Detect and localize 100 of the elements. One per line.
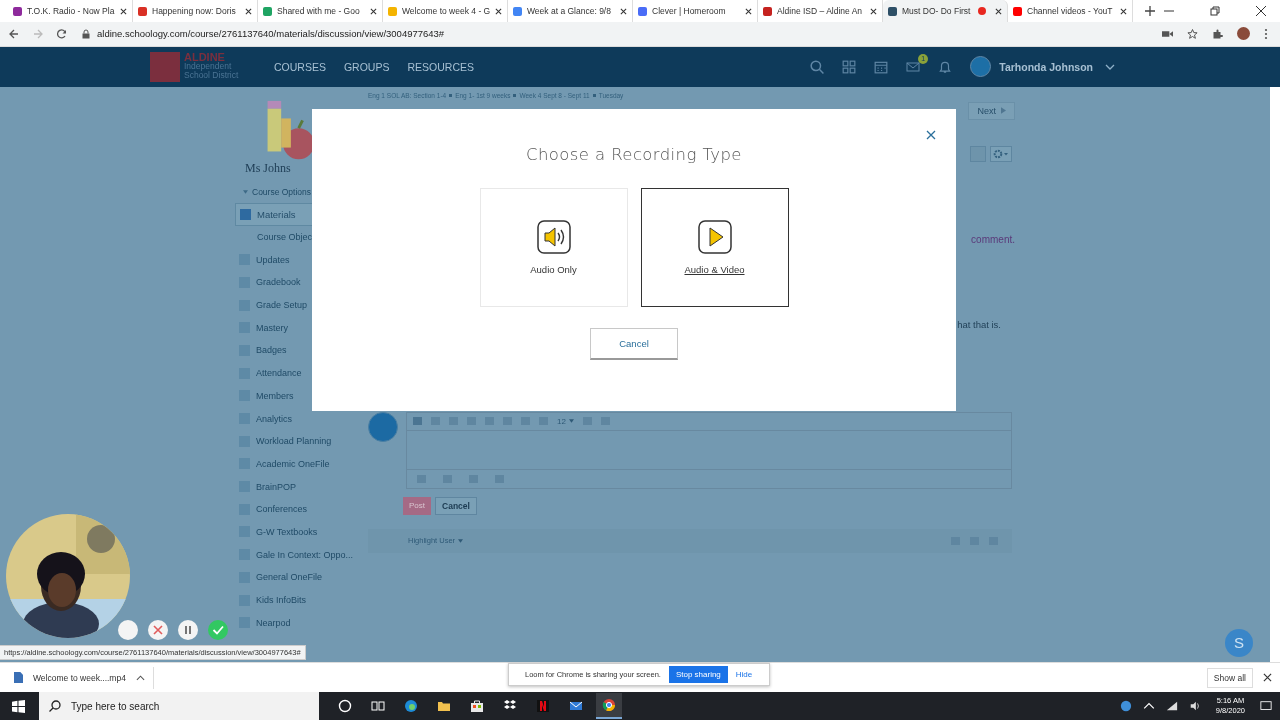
notifications-icon[interactable] (1260, 700, 1272, 712)
search-icon[interactable] (810, 59, 825, 74)
sidebar-item[interactable]: Gradebook (235, 271, 360, 294)
hide-link[interactable]: Hide (735, 670, 753, 680)
help-icon[interactable] (1119, 700, 1132, 712)
sidebar-item[interactable]: G-W Textbooks (235, 520, 360, 544)
chevron-down-icon[interactable] (1105, 63, 1115, 70)
play-icon (697, 219, 732, 254)
font-size-dropdown[interactable]: 12 (557, 416, 574, 426)
close-icon[interactable] (995, 7, 1002, 15)
post-button[interactable]: Post (403, 496, 431, 515)
close-icon[interactable] (495, 7, 503, 15)
close-icon[interactable] (245, 7, 252, 15)
caret-icon (243, 189, 248, 194)
close-icon[interactable] (370, 7, 377, 15)
file-icon (14, 672, 23, 683)
netflix-icon[interactable] (536, 699, 550, 713)
close-icon[interactable] (620, 7, 627, 15)
sidebar-item[interactable]: Badges (235, 339, 360, 362)
sidebar-item[interactable]: Members (235, 384, 360, 408)
caret-icon (568, 419, 574, 424)
play-icon (1001, 107, 1006, 115)
sidebar-item[interactable]: Analytics (235, 407, 360, 430)
task-view-icon[interactable] (371, 699, 385, 713)
avatar-icon (368, 411, 398, 442)
comment-editor[interactable]: 12 (406, 411, 1012, 489)
sidebar-item[interactable]: Attendance (235, 361, 360, 385)
chevron-up-icon[interactable] (1142, 700, 1155, 712)
edge-icon[interactable] (404, 699, 418, 713)
folder-icon[interactable] (437, 699, 451, 713)
pause-icon[interactable] (178, 619, 198, 640)
restore-icon[interactable] (1210, 6, 1220, 16)
cortana-icon[interactable] (338, 699, 352, 713)
new-tab-icon[interactable] (1145, 6, 1155, 16)
breadcrumb-separator-icon (449, 93, 453, 97)
mail-icon[interactable] (569, 699, 583, 713)
body-text: hat that is. (957, 318, 1001, 330)
dialog-title: Choose a Recording Type (526, 144, 742, 164)
avatar-icon[interactable] (1237, 27, 1250, 41)
show-all-button[interactable]: Show all (1206, 667, 1253, 688)
grid-icon[interactable] (842, 59, 857, 74)
nav-link[interactable]: GROUPS (343, 60, 390, 73)
user-name[interactable]: Tarhonda Johnson (999, 60, 1093, 73)
check-icon[interactable] (208, 619, 228, 640)
sidebar-item[interactable]: Updates (235, 248, 360, 272)
sidebar-item[interactable]: General OneFile (235, 565, 360, 589)
chat-button[interactable]: S (1225, 628, 1253, 657)
sidebar-item[interactable]: Grade Setup (235, 293, 360, 317)
taskbar-search-field[interactable]: Type here to search (39, 692, 319, 720)
chevron-up-icon[interactable] (135, 674, 145, 681)
text-link[interactable]: comment. (971, 233, 1015, 245)
sidebar-item[interactable]: Kids InfoBits (235, 588, 360, 612)
download-item[interactable]: Welcome to week....mp4 (14, 666, 154, 689)
sidebar-item[interactable]: Workload Planning (235, 429, 360, 453)
recording-option[interactable]: Audio & Video (640, 187, 789, 307)
close-icon[interactable] (120, 7, 127, 15)
close-icon[interactable] (1120, 7, 1127, 15)
logo-text: ALDINE (184, 53, 225, 63)
course-options[interactable]: Course Options (235, 180, 360, 203)
nav-link[interactable]: COURSES (274, 60, 326, 73)
store-icon[interactable] (470, 699, 484, 713)
back-icon[interactable] (9, 29, 19, 39)
calendar-icon[interactable] (874, 59, 889, 74)
puzzle-icon[interactable] (1212, 29, 1223, 39)
sidebar-item[interactable]: BrainPOP (235, 475, 360, 498)
cancel-button[interactable]: Cancel (590, 327, 678, 360)
logo-icon (150, 51, 180, 82)
close-icon[interactable] (870, 7, 877, 15)
next-button[interactable]: Next (968, 101, 1015, 120)
camera-icon[interactable] (1162, 29, 1173, 39)
scrollbar[interactable] (1270, 86, 1280, 663)
network-icon[interactable] (1165, 700, 1178, 712)
nav-link[interactable]: RESOURCES (407, 60, 474, 73)
avatar-icon[interactable] (970, 56, 992, 78)
sidebar-item[interactable]: Conferences (235, 497, 360, 521)
volume-icon[interactable] (1188, 700, 1201, 712)
caret-icon (458, 538, 464, 543)
close-icon[interactable] (1263, 673, 1272, 682)
stop-sharing-button[interactable]: Stop sharing (668, 666, 728, 684)
sidebar-item[interactable]: Nearpod (235, 611, 360, 635)
sidebar-item[interactable]: Mastery (235, 316, 360, 340)
breadcrumb-separator-icon (592, 93, 596, 97)
close-icon[interactable] (1256, 6, 1266, 16)
browser-tab[interactable]: Must DO- Do First (883, 0, 1008, 22)
star-icon[interactable] (1187, 29, 1198, 39)
url-field[interactable]: aldine.schoology.com/course/2761137640/materials/discussion/view/3004977643# (97, 28, 445, 40)
recording-option[interactable]: Audio Only (479, 187, 628, 307)
cancel-button[interactable]: Cancel (435, 496, 477, 515)
bell-icon[interactable] (938, 59, 953, 74)
more-icon[interactable] (1264, 28, 1268, 40)
more-icon[interactable] (118, 619, 138, 640)
reload-icon[interactable] (57, 29, 67, 39)
chrome-icon[interactable] (596, 693, 622, 719)
speaker-icon (536, 219, 571, 254)
lock-icon (81, 29, 91, 39)
windows-start-icon[interactable] (12, 699, 25, 713)
close-icon[interactable] (926, 129, 936, 140)
sidebar-item[interactable]: Academic OneFile (235, 452, 360, 476)
close-icon[interactable] (745, 7, 752, 15)
sidebar-item[interactable]: Gale In Context: Oppo... (235, 543, 360, 566)
